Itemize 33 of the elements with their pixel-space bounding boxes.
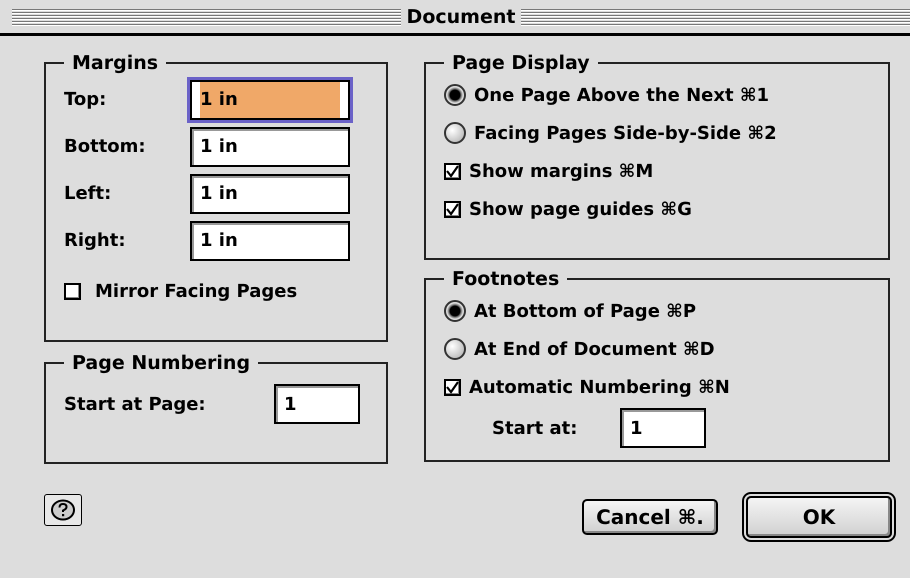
checkbox[interactable] bbox=[444, 200, 461, 218]
option-label: At End of Document ⌘D bbox=[474, 338, 715, 360]
group-title: Page Numbering bbox=[71, 352, 252, 374]
radio-button[interactable] bbox=[444, 84, 466, 106]
group-title: Margins bbox=[71, 52, 160, 74]
radio-button[interactable] bbox=[444, 300, 466, 322]
option-label: At Bottom of Page ⌘P bbox=[474, 300, 696, 322]
checkbox[interactable] bbox=[64, 282, 81, 300]
option-label: One Page Above the Next ⌘1 bbox=[474, 84, 770, 106]
field-label: Start at Page: bbox=[64, 394, 207, 414]
option-label: Show margins ⌘M bbox=[469, 160, 654, 182]
option-label: Automatic Numbering ⌘N bbox=[469, 376, 730, 398]
field-label: Top: bbox=[64, 89, 108, 110]
input-field[interactable]: 1 in bbox=[190, 174, 350, 214]
group-title: Footnotes bbox=[451, 268, 560, 290]
field-label: Left: bbox=[64, 183, 112, 204]
field-label: Right: bbox=[64, 230, 127, 251]
input-field[interactable]: 1 in bbox=[190, 126, 350, 166]
cancel-button[interactable]: Cancel ⌘. bbox=[582, 499, 718, 535]
option-label: Facing Pages Side-by-Side ⌘2 bbox=[474, 122, 777, 144]
field-label: Start at: bbox=[492, 418, 578, 438]
checkbox[interactable] bbox=[444, 378, 461, 396]
help-icon[interactable] bbox=[44, 494, 82, 526]
option-label: Show page guides ⌘G bbox=[469, 198, 692, 220]
input-field[interactable]: 1 in bbox=[190, 220, 350, 260]
radio-button[interactable] bbox=[444, 338, 466, 360]
field-label: Bottom: bbox=[64, 136, 147, 157]
input-field[interactable]: 1 bbox=[620, 408, 706, 448]
option-label: Mirror Facing Pages bbox=[95, 280, 298, 302]
radio-button[interactable] bbox=[444, 122, 466, 144]
checkbox[interactable] bbox=[444, 162, 461, 180]
group-title: Page Display bbox=[451, 52, 591, 74]
input-field[interactable]: 1 bbox=[274, 384, 360, 424]
